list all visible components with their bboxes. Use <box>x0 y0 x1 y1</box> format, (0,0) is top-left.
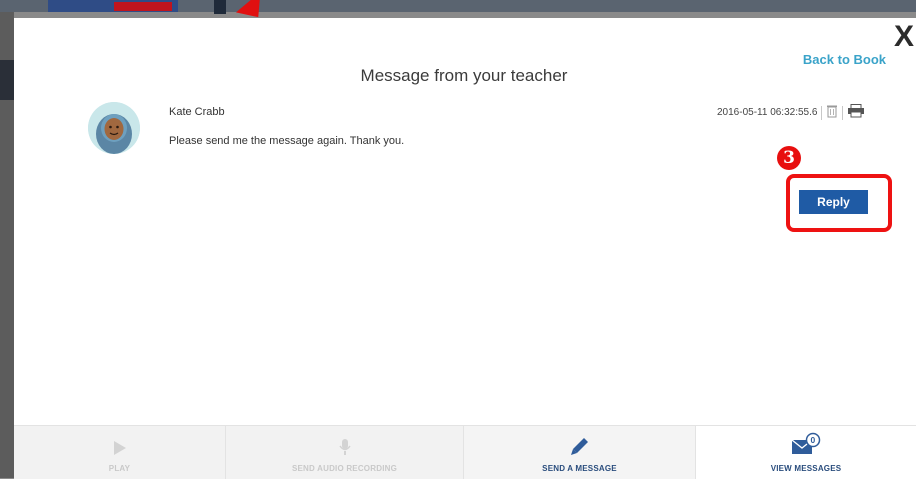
envelope-icon: 0 <box>791 432 821 458</box>
background-sidebar-block <box>0 60 14 100</box>
toolbar-view-messages[interactable]: 0 VIEW MESSAGES <box>696 426 916 479</box>
modal-title: Message from your teacher <box>360 66 568 85</box>
toolbar-play[interactable]: PLAY <box>14 426 226 479</box>
divider <box>821 105 823 120</box>
reply-button[interactable]: Reply <box>799 190 868 214</box>
divider <box>842 105 844 120</box>
close-icon[interactable]: X <box>894 22 914 52</box>
message-timestamp: 2016-05-11 06:32:55.6 <box>717 107 818 118</box>
avatar-icon <box>88 102 140 154</box>
toolbar-send-message[interactable]: SEND A MESSAGE <box>464 426 696 479</box>
step-number-badge: 3 <box>777 146 801 170</box>
messages-count: 0 <box>811 435 816 445</box>
toolbar-play-label: PLAY <box>108 464 131 473</box>
message-sender: Kate Crabb <box>169 106 225 118</box>
pencil-icon <box>570 436 590 458</box>
background-divider <box>214 0 226 14</box>
trash-icon[interactable] <box>826 104 838 121</box>
back-to-book-link[interactable]: Back to Book <box>803 52 886 67</box>
play-icon <box>113 440 127 458</box>
toolbar-send-audio[interactable]: SEND AUDIO RECORDING <box>226 426 464 479</box>
print-icon[interactable] <box>847 104 865 121</box>
background-logo-mark <box>114 2 172 11</box>
toolbar-send-audio-label: SEND AUDIO RECORDING <box>291 464 398 473</box>
message-body: Please send me the message again. Thank … <box>169 135 405 147</box>
microphone-icon <box>338 438 352 458</box>
message-meta: 2016-05-11 06:32:55.6 <box>717 104 865 121</box>
bottom-toolbar: PLAY SEND AUDIO RECORDING SEND A MESSAGE <box>14 425 916 479</box>
message-modal: X Back to Book Message from your teacher… <box>14 18 916 479</box>
toolbar-send-message-label: SEND A MESSAGE <box>542 464 617 473</box>
toolbar-view-messages-label: VIEW MESSAGES <box>770 464 842 473</box>
